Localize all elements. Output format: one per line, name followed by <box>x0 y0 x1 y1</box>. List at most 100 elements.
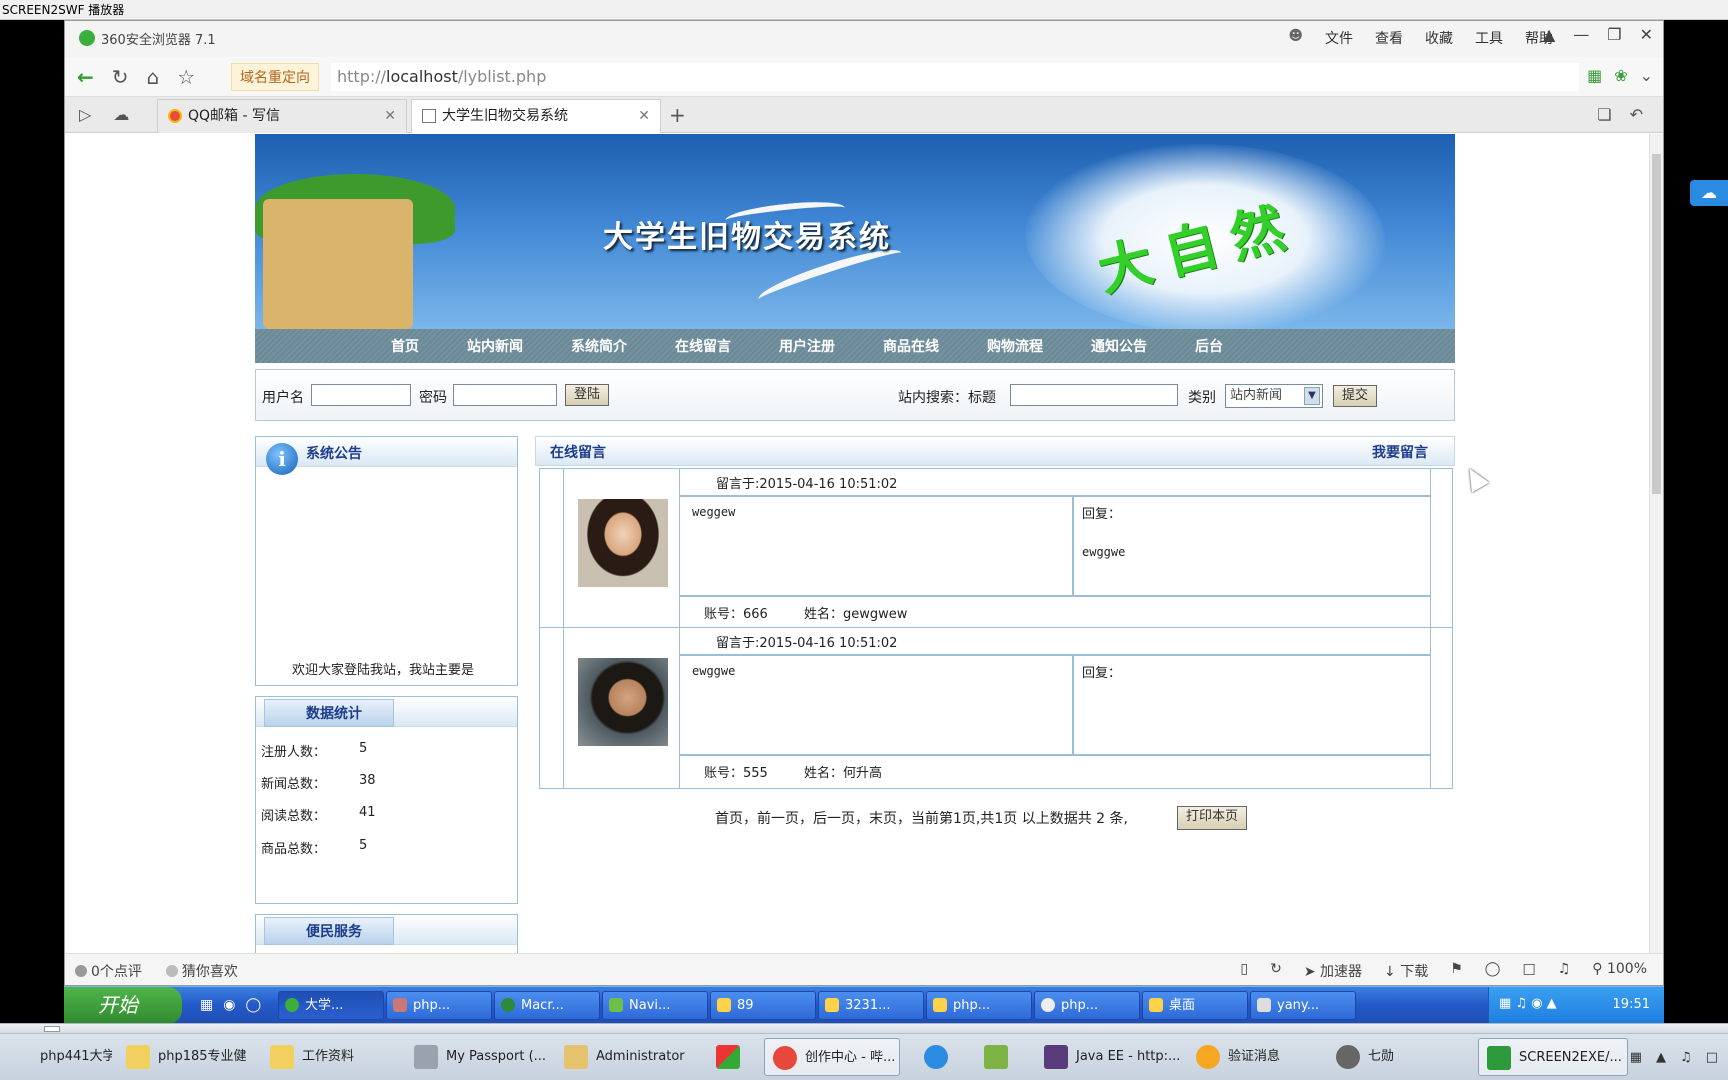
category-value: 站内新闻 <box>1230 388 1283 403</box>
category-select[interactable]: 站内新闻 ▼ <box>1225 384 1323 408</box>
user-icon[interactable]: ☻ <box>1288 28 1303 48</box>
host-task-item[interactable]: 创作中心 - 哔... <box>764 1038 900 1076</box>
tab-qq-mail[interactable]: QQ邮箱 - 写信 ✕ <box>157 99 407 133</box>
close-icon[interactable]: ✕ <box>1640 25 1653 44</box>
ie-icon[interactable]: ◯ <box>245 997 261 1013</box>
tab-close-icon[interactable]: ✕ <box>638 100 650 132</box>
submit-button[interactable]: 提交 <box>1333 385 1378 407</box>
refresh-icon[interactable]: ↻ <box>112 65 129 89</box>
vertical-scrollbar[interactable] <box>1649 134 1663 955</box>
keyboard-icon[interactable]: ▦ <box>1630 1050 1642 1065</box>
host-task-item[interactable] <box>916 1038 962 1076</box>
taskbar-button[interactable]: Navi... <box>602 991 708 1020</box>
host-task-item[interactable]: 工作资料 <box>262 1038 392 1076</box>
leave-message-link[interactable]: 我要留言 <box>1372 442 1428 462</box>
taskbar-button[interactable]: 89 <box>710 991 816 1020</box>
taskbar-button[interactable]: 3231... <box>818 991 924 1020</box>
nav-products[interactable]: 商品在线 <box>883 336 939 356</box>
taskbar-button[interactable]: php... <box>926 991 1032 1020</box>
pagination[interactable]: 首页，前一页，后一页，末页，当前第1页,共1页 以上数据共 2 条, <box>715 808 1128 828</box>
tab-site[interactable]: 大学生旧物交易系统 ✕ <box>411 99 661 134</box>
menu-tools[interactable]: 工具 <box>1475 28 1503 48</box>
host-task-item[interactable]: php441大学生... <box>0 1038 112 1076</box>
strip-thumb[interactable] <box>44 1026 60 1032</box>
flag-icon[interactable]: ⚑ <box>1450 961 1463 981</box>
message-name: 姓名：何升高 <box>804 766 883 781</box>
sound-icon[interactable]: ♫ <box>1558 961 1571 981</box>
host-task-item[interactable]: Administrator <box>556 1038 688 1076</box>
login-search-bar: 用户名 密码 登陆 站内搜索：标题 类别 站内新闻 ▼ 提交 <box>255 369 1455 421</box>
download-item[interactable]: ↓ 下载 <box>1384 961 1428 981</box>
host-task-item[interactable]: SCREEN2EXE/... <box>1478 1038 1628 1076</box>
print-button[interactable]: 打印本页 <box>1177 806 1248 830</box>
taskbar-button[interactable]: Macr... <box>494 991 600 1020</box>
taskbar-button[interactable]: 大学... <box>278 991 384 1020</box>
taskbar-button[interactable]: 桌面 <box>1142 991 1248 1020</box>
cloud-sync-icon[interactable]: ☁ <box>1690 180 1728 206</box>
host-task-item[interactable] <box>976 1038 1022 1076</box>
browser-icon[interactable]: ◉ <box>223 997 235 1013</box>
minimize-icon[interactable]: — <box>1573 25 1589 44</box>
tab-list-icon[interactable]: ❏ <box>1597 105 1611 124</box>
network-icon[interactable]: □ <box>1706 1050 1718 1065</box>
nav-news[interactable]: 站内新闻 <box>467 336 523 356</box>
ie-icon[interactable]: ◯ <box>1485 961 1501 981</box>
qr-code-icon[interactable]: ▦ <box>1587 66 1602 85</box>
nav-notices[interactable]: 通知公告 <box>1091 336 1147 356</box>
accelerator-item[interactable]: ➤ 加速器 <box>1304 961 1362 981</box>
zoom-item[interactable]: ⚲ 100% <box>1592 961 1647 981</box>
home-icon[interactable]: ⌂ <box>147 65 160 89</box>
nav-intro[interactable]: 系统简介 <box>571 336 627 356</box>
host-task-item[interactable] <box>708 1038 754 1076</box>
nav-register[interactable]: 用户注册 <box>779 336 835 356</box>
url-field[interactable]: http://localhost/lyblist.php <box>331 63 1579 91</box>
desktop-icon[interactable]: ▦ <box>200 997 213 1013</box>
nav-admin[interactable]: 后台 <box>1195 336 1223 356</box>
password-input[interactable] <box>453 384 557 406</box>
sync-icon[interactable]: ↻ <box>1270 961 1282 981</box>
volume-icon[interactable]: ♫ <box>1680 1050 1692 1065</box>
start-button[interactable]: 开始 <box>64 987 182 1024</box>
scrollbar-thumb[interactable] <box>1652 154 1661 494</box>
maximize-icon[interactable]: ❐ <box>1607 25 1621 44</box>
menu-view[interactable]: 查看 <box>1375 28 1403 48</box>
star-icon[interactable]: ☆ <box>177 65 195 89</box>
taskbar-button[interactable]: yany... <box>1250 991 1356 1020</box>
menu-favorites[interactable]: 收藏 <box>1425 28 1453 48</box>
skin-icon[interactable]: ▲ <box>1543 25 1555 44</box>
notepad-icon <box>1257 998 1271 1012</box>
nav-home[interactable]: 首页 <box>391 336 419 356</box>
window-icon[interactable]: □ <box>1522 961 1535 981</box>
sidebar-toggle-icon[interactable]: ▷ <box>79 105 91 124</box>
host-task-item[interactable]: My Passport (... <box>406 1038 550 1076</box>
nav-shopping-flow[interactable]: 购物流程 <box>987 336 1043 356</box>
host-task-item[interactable]: Java EE - http:... <box>1036 1038 1186 1076</box>
comments-item[interactable]: 0个点评 <box>75 961 142 981</box>
recommend-item[interactable]: 猜你喜欢 <box>165 961 238 981</box>
chevron-down-icon[interactable]: ⌄ <box>1640 66 1653 85</box>
chevron-up-icon[interactable]: ▲ <box>1656 1050 1666 1065</box>
search-input[interactable] <box>1010 384 1178 406</box>
host-task-item[interactable]: php185专业健... <box>118 1038 246 1076</box>
username-input[interactable] <box>311 384 411 406</box>
notepad-icon <box>984 1045 1008 1069</box>
new-tab-plus-icon[interactable]: + <box>669 103 686 127</box>
menu-file[interactable]: 文件 <box>1325 28 1353 48</box>
tab-close-icon[interactable]: ✕ <box>384 100 396 132</box>
host-task-item[interactable]: 验证消息 <box>1188 1038 1318 1076</box>
redirect-badge[interactable]: 域名重定向 <box>231 63 319 91</box>
taskbar-button[interactable]: php... <box>1034 991 1140 1020</box>
phone-icon[interactable]: ▯ <box>1240 961 1248 981</box>
chevron-down-icon: ▼ <box>1304 387 1320 405</box>
taskbar-button[interactable]: php... <box>386 991 492 1020</box>
undo-close-icon[interactable]: ↶ <box>1630 105 1643 124</box>
login-button[interactable]: 登陆 <box>565 384 610 406</box>
host-task-item[interactable]: 七勋 <box>1328 1038 1458 1076</box>
back-arrow-icon[interactable]: ← <box>77 65 94 89</box>
stat-news: 新闻总数： 38 <box>261 773 376 792</box>
leaf-icon[interactable]: ❀ <box>1614 66 1627 85</box>
cloud-icon[interactable]: ☁ <box>113 105 129 124</box>
tray-icons[interactable]: ▦ ♫ ◉ ▲ <box>1499 996 1557 1011</box>
nav-guestbook[interactable]: 在线留言 <box>675 336 731 356</box>
search-label: 站内搜索：标题 <box>898 390 996 406</box>
